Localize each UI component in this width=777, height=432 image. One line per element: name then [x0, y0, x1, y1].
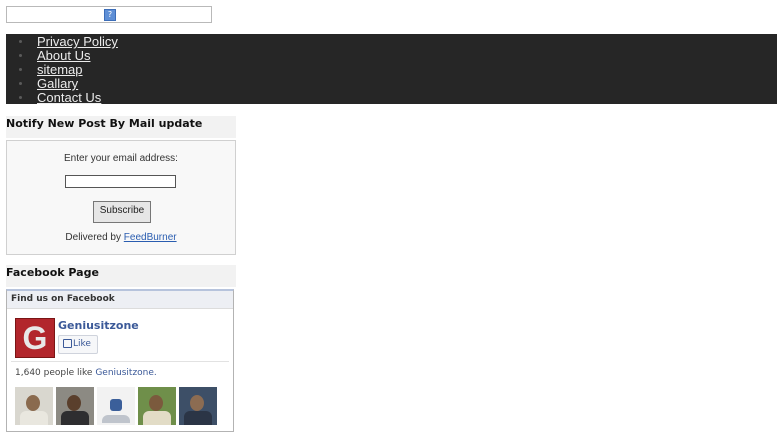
thumbs-up-icon [63, 339, 72, 348]
email-field[interactable] [65, 175, 176, 188]
nav-link-about-us[interactable]: About Us [37, 49, 90, 63]
like-count: 1,640 people like Geniusitzone. [15, 368, 157, 378]
subscribe-box: Enter your email address: Subscribe Deli… [6, 140, 236, 255]
nav-item[interactable]: About Us [19, 48, 118, 63]
logo-letter: G [22, 320, 48, 356]
nav-link-sitemap[interactable]: sitemap [37, 63, 83, 77]
search-input[interactable]: ? [6, 6, 212, 23]
feedburner-link[interactable]: FeedBurner [124, 232, 177, 243]
search-icon[interactable]: ? [104, 9, 116, 21]
page-logo[interactable]: G [15, 318, 55, 358]
like-count-link[interactable]: Geniusitzone. [95, 368, 156, 378]
fan-avatar[interactable] [56, 387, 94, 425]
notify-widget-title: Notify New Post By Mail update [6, 116, 236, 138]
nav-item[interactable]: sitemap [19, 62, 118, 77]
nav-link-contact-us[interactable]: Contact Us [37, 91, 101, 105]
fb-page-name[interactable]: Geniusitzone [58, 319, 139, 332]
main-nav: Privacy Policy About Us sitemap Gallary … [6, 34, 777, 105]
fan-avatar[interactable] [97, 387, 135, 425]
delivered-prefix: Delivered by [65, 232, 121, 243]
fb-header: Find us on Facebook [7, 291, 233, 309]
delivered-by: Delivered by FeedBurner [7, 232, 235, 243]
like-button[interactable]: Like [58, 335, 98, 354]
divider [11, 361, 229, 362]
nav-item[interactable]: Contact Us [19, 90, 118, 105]
nav-item[interactable]: Privacy Policy [19, 34, 118, 49]
email-label: Enter your email address: [64, 153, 178, 164]
fan-avatar[interactable] [15, 387, 53, 425]
facebook-like-box: Find us on Facebook G Geniusitzone Like … [6, 289, 234, 432]
nav-link-privacy-policy[interactable]: Privacy Policy [37, 35, 118, 49]
fan-avatar[interactable] [179, 387, 217, 425]
facebook-widget-title: Facebook Page [6, 265, 236, 287]
fan-avatar[interactable] [138, 387, 176, 425]
subscribe-button[interactable]: Subscribe [93, 201, 151, 223]
nav-link-gallary[interactable]: Gallary [37, 77, 78, 91]
nav-item[interactable]: Gallary [19, 76, 118, 91]
like-label: Like [73, 339, 91, 349]
like-count-prefix: 1,640 people like [15, 368, 93, 378]
